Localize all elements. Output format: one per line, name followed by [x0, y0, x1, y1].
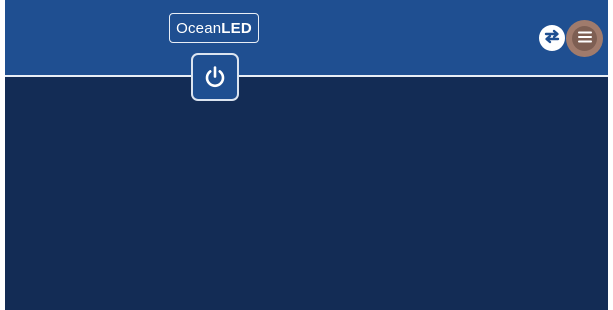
hamburger-menu-icon [577, 30, 592, 48]
menu-button[interactable] [566, 20, 603, 57]
logo-text-led: LED [221, 19, 252, 37]
power-button[interactable] [191, 53, 239, 101]
oceanled-logo: Ocean LED [169, 13, 259, 43]
app-frame: Ocean LED [5, 0, 608, 310]
header-divider [5, 75, 608, 77]
sync-arrows-icon [542, 26, 562, 51]
power-icon [203, 65, 227, 89]
sync-button[interactable] [539, 25, 565, 51]
header-bar [5, 0, 608, 76]
menu-button-inner [572, 26, 597, 51]
logo-text-ocean: Ocean [176, 19, 222, 37]
